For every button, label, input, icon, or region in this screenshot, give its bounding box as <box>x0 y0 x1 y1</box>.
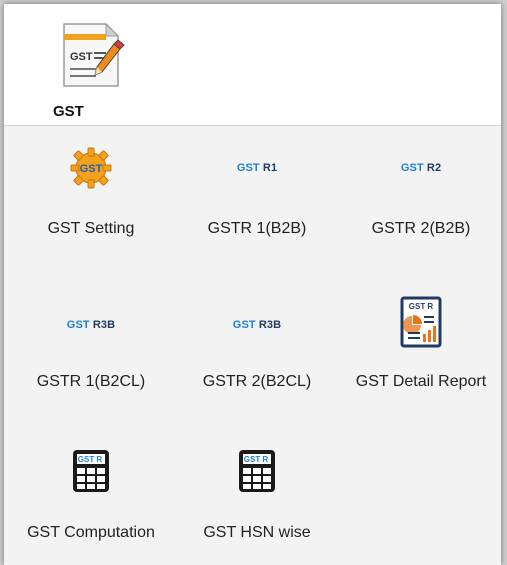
gst-panel: GST GST GST GST Setting GST R1 GSTR 1(B2… <box>4 4 501 565</box>
tile-label: GST Setting <box>47 220 135 237</box>
tag-r: R1 <box>262 162 278 174</box>
tag-gst: GST <box>232 319 256 331</box>
gstr1-b2cl-tile[interactable]: GST R3B GSTR 1(B2CL) <box>8 274 174 419</box>
tile-label: GST Computation <box>27 524 155 541</box>
calc-icon-text: GST R <box>78 455 103 464</box>
tag-r: R3B <box>92 319 116 331</box>
gst-document-pencil-icon: GST <box>62 20 136 88</box>
gst-r2-icon: GST R2 <box>338 145 501 191</box>
gst-setting-tile[interactable]: GST GST Setting <box>8 126 174 271</box>
tag-gst: GST <box>236 162 260 174</box>
gst-r3b-icon: GST R3B <box>174 302 340 348</box>
tile-label: GSTR 2(B2CL) <box>202 373 312 390</box>
gst-detail-report-tile[interactable]: GST R GST Detail Report <box>338 274 501 419</box>
gst-calculator-icon: GST R <box>174 448 340 494</box>
tile-label: GSTR 1(B2B) <box>207 220 307 237</box>
tile-label: GSTR 2(B2B) <box>371 220 471 237</box>
calc-icon-text: GST R <box>244 455 269 464</box>
tile-label: GST HSN wise <box>203 524 311 541</box>
gstr2-b2b-tile[interactable]: GST R2 GSTR 2(B2B) <box>338 126 501 271</box>
tile-label: GST Detail Report <box>355 373 487 390</box>
tag-r: R3B <box>258 319 282 331</box>
gst-computation-tile[interactable]: GST R GST Computation <box>8 424 174 565</box>
gear-icon-text: GST <box>80 163 103 175</box>
gst-menu-grid: GST GST Setting GST R1 GSTR 1(B2B) GST R… <box>4 126 501 565</box>
gst-calculator-icon: GST R <box>8 448 174 494</box>
header-icon-text: GST <box>70 51 93 63</box>
gstr1-b2b-tile[interactable]: GST R1 GSTR 1(B2B) <box>174 126 340 271</box>
tag-gst: GST <box>66 319 90 331</box>
gst-r3b-icon: GST R3B <box>8 302 174 348</box>
gst-hsn-wise-tile[interactable]: GST R GST HSN wise <box>174 424 340 565</box>
tile-label: GSTR 1(B2CL) <box>36 373 146 390</box>
header: GST GST <box>4 4 501 126</box>
report-icon-text: GST R <box>409 302 434 311</box>
tag-gst: GST <box>400 162 424 174</box>
gst-r1-icon: GST R1 <box>174 145 340 191</box>
gst-detail-report-icon: GST R <box>338 296 501 348</box>
tag-r: R2 <box>426 162 442 174</box>
gstr2-b2cl-tile[interactable]: GST R3B GSTR 2(B2CL) <box>174 274 340 419</box>
gst-gear-icon: GST <box>8 145 174 191</box>
header-title: GST <box>53 103 84 120</box>
